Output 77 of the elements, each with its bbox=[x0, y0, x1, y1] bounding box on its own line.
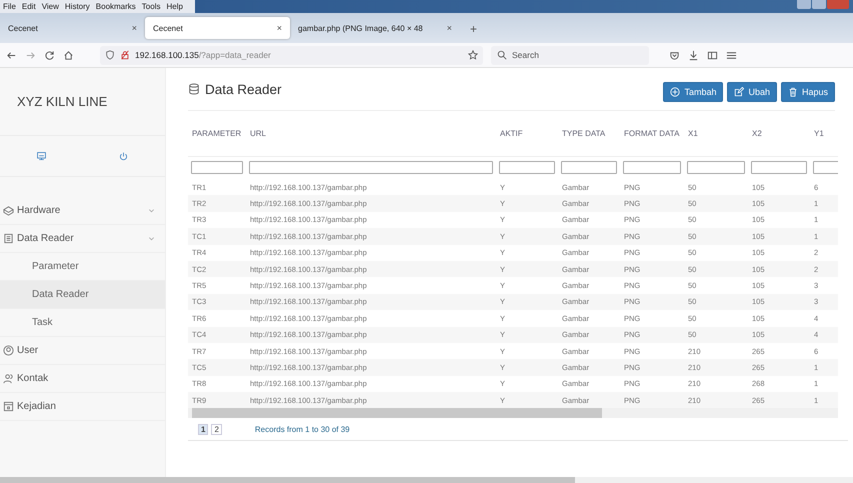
column-header[interactable]: AKTIF bbox=[496, 128, 558, 138]
menu-item[interactable]: History bbox=[64, 2, 90, 11]
close-tab-icon[interactable]: × bbox=[276, 23, 282, 33]
column-header[interactable]: TYPE DATA bbox=[558, 128, 620, 138]
star-icon[interactable] bbox=[468, 50, 478, 60]
scrollbar-thumb[interactable] bbox=[0, 477, 575, 483]
shield-icon bbox=[105, 50, 115, 60]
close-tab-icon[interactable]: × bbox=[446, 23, 452, 33]
menu-item[interactable]: Bookmarks bbox=[96, 2, 136, 11]
search-field[interactable]: Search bbox=[491, 46, 649, 64]
sidebar-icon[interactable] bbox=[707, 50, 718, 60]
url-text: 192.168.100.135/?app=data_reader bbox=[135, 50, 272, 60]
scrollbar-thumb[interactable] bbox=[192, 408, 602, 418]
filter-field[interactable] bbox=[191, 161, 243, 174]
sidebar-item[interactable]: User bbox=[0, 337, 165, 365]
horizontal-scrollbar[interactable] bbox=[188, 408, 838, 418]
reload-icon[interactable] bbox=[44, 50, 55, 60]
browser-tab[interactable]: gambar.php (PNG Image, 640 × 48 × bbox=[290, 17, 460, 39]
filter-field[interactable] bbox=[751, 161, 807, 174]
column-header[interactable]: URL bbox=[246, 128, 496, 138]
filter-field[interactable] bbox=[623, 161, 681, 174]
user-icon bbox=[3, 345, 14, 356]
new-tab-button[interactable]: + bbox=[460, 22, 488, 39]
page-title: Data Reader bbox=[205, 82, 282, 96]
menu-item[interactable]: File bbox=[3, 2, 16, 11]
add-button[interactable]: Tambah bbox=[663, 82, 724, 102]
browser-tab[interactable]: Cecenet × bbox=[0, 17, 145, 39]
database-icon bbox=[188, 83, 200, 95]
browser-tab[interactable]: Cecenet × bbox=[145, 17, 290, 39]
column-header[interactable]: PARAMETER bbox=[188, 128, 246, 138]
sidebar-subitem[interactable]: Task bbox=[0, 309, 165, 337]
calendar-icon bbox=[3, 401, 14, 412]
page-link[interactable]: 1 bbox=[198, 424, 208, 435]
sidebar-item[interactable]: Kejadian bbox=[0, 393, 165, 421]
address-bar[interactable]: 192.168.100.135/?app=data_reader bbox=[100, 46, 483, 64]
sidebar-item[interactable]: Hardware bbox=[0, 197, 165, 225]
filter-field[interactable] bbox=[813, 161, 838, 174]
menu-item[interactable]: View bbox=[42, 2, 59, 11]
search-icon bbox=[497, 50, 507, 60]
monitor-icon[interactable] bbox=[36, 150, 47, 162]
forward-icon[interactable] bbox=[25, 50, 36, 60]
lock-icon bbox=[120, 50, 130, 60]
trash-icon bbox=[788, 87, 798, 97]
pocket-icon[interactable] bbox=[669, 50, 680, 60]
sidebar-item[interactable]: Data Reader bbox=[0, 225, 165, 253]
back-icon[interactable] bbox=[6, 50, 17, 60]
chevron-icon bbox=[148, 207, 155, 214]
delete-button[interactable]: Hapus bbox=[780, 82, 835, 102]
box-icon bbox=[3, 205, 14, 216]
menu-icon[interactable] bbox=[726, 50, 737, 60]
column-header[interactable]: X2 bbox=[748, 128, 810, 138]
filter-field[interactable] bbox=[499, 161, 555, 174]
menu-item[interactable]: Help bbox=[166, 2, 183, 11]
edit-button[interactable]: Ubah bbox=[727, 82, 777, 102]
column-header[interactable]: X1 bbox=[684, 128, 748, 138]
chevron-icon bbox=[148, 235, 155, 242]
column-header[interactable]: FORMAT DATA bbox=[620, 128, 684, 138]
plus-circle-icon bbox=[670, 87, 680, 97]
page-scrollbar[interactable] bbox=[0, 477, 853, 483]
records-info: Records from 1 to 30 of 39 bbox=[254, 424, 350, 434]
download-icon[interactable] bbox=[688, 50, 699, 60]
sidebar-subitem[interactable]: Data Reader bbox=[0, 281, 165, 309]
menu-item[interactable]: Tools bbox=[142, 2, 160, 11]
filter-field[interactable] bbox=[687, 161, 745, 174]
power-icon[interactable] bbox=[118, 150, 130, 162]
people-icon bbox=[3, 373, 14, 384]
close-tab-icon[interactable]: × bbox=[132, 23, 137, 33]
home-icon[interactable] bbox=[63, 50, 74, 60]
sidebar-item[interactable]: Kontak bbox=[0, 365, 165, 393]
filter-field[interactable] bbox=[561, 161, 617, 174]
app-title: XYZ KILN LINE bbox=[0, 68, 165, 136]
document-icon bbox=[3, 233, 14, 244]
filter-field[interactable] bbox=[249, 161, 493, 174]
edit-icon bbox=[734, 87, 744, 97]
menu-item[interactable]: Edit bbox=[22, 2, 36, 11]
page-link[interactable]: 2 bbox=[211, 424, 222, 435]
column-header[interactable]: Y1 bbox=[810, 128, 838, 138]
